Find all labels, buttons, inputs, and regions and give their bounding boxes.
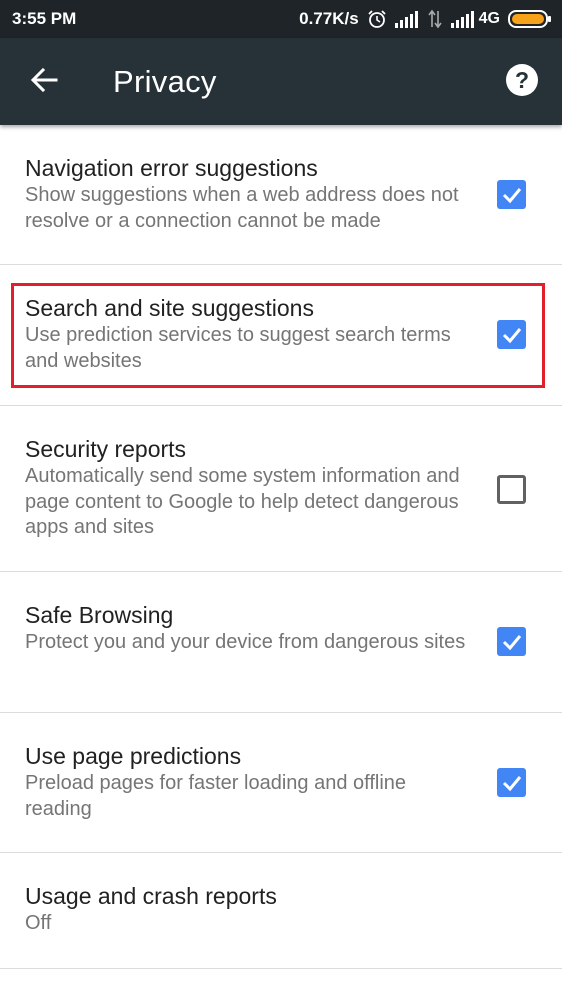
pref-title: Security reports bbox=[25, 436, 187, 462]
app-toolbar: Privacy ? bbox=[0, 38, 562, 125]
navigation-error-checkbox[interactable] bbox=[497, 180, 526, 209]
checkmark-icon bbox=[502, 775, 521, 791]
checkmark-icon bbox=[502, 634, 521, 650]
pref-text: Use page predictions Preload pages for f… bbox=[25, 741, 470, 822]
signal-icon bbox=[394, 10, 419, 28]
pref-text: Usage and crash reports Off bbox=[25, 881, 470, 937]
pref-navigation-error-suggestions[interactable]: Navigation error suggestions Show sugges… bbox=[0, 125, 562, 265]
pref-title: Safe Browsing bbox=[25, 602, 174, 628]
pref-summary: Show suggestions when a web address does… bbox=[25, 184, 459, 232]
battery-icon bbox=[508, 9, 552, 29]
status-bar: 3:55 PM 0.77K/s 4G bbox=[0, 0, 562, 38]
pref-use-page-predictions[interactable]: Use page predictions Preload pages for f… bbox=[0, 713, 562, 853]
safe-browsing-checkbox[interactable] bbox=[497, 627, 526, 656]
pref-summary: Preload pages for faster loading and off… bbox=[25, 772, 407, 820]
pref-text: Safe Browsing Protect you and your devic… bbox=[25, 600, 470, 656]
pref-summary: Off bbox=[25, 912, 52, 934]
pref-text: Navigation error suggestions Show sugges… bbox=[25, 153, 470, 234]
pref-summary: Protect you and your device from dangero… bbox=[25, 631, 466, 653]
pref-title: Usage and crash reports bbox=[25, 883, 277, 909]
checkmark-icon bbox=[502, 327, 521, 343]
svg-text:?: ? bbox=[515, 67, 529, 93]
pref-text: Security reports Automatically send some… bbox=[25, 434, 470, 541]
help-button[interactable]: ? bbox=[500, 60, 544, 104]
privacy-settings-list: Navigation error suggestions Show sugges… bbox=[0, 125, 562, 969]
pref-safe-browsing[interactable]: Safe Browsing Protect you and your devic… bbox=[0, 572, 562, 713]
pref-text: Search and site suggestions Use predicti… bbox=[25, 293, 470, 374]
no-signal-icon bbox=[427, 9, 443, 29]
signal-icon-2 bbox=[450, 10, 475, 28]
pref-summary: Use prediction services to suggest searc… bbox=[25, 324, 451, 372]
status-icons: 0.77K/s 4G bbox=[291, 7, 552, 31]
help-icon: ? bbox=[505, 63, 539, 102]
pref-usage-and-crash-reports[interactable]: Usage and crash reports Off bbox=[0, 853, 562, 969]
page-title: Privacy bbox=[113, 64, 217, 99]
status-time: 3:55 PM bbox=[12, 9, 77, 28]
pref-security-reports[interactable]: Security reports Automatically send some… bbox=[0, 406, 562, 572]
network-type: 4G bbox=[478, 10, 500, 27]
arrow-back-icon bbox=[30, 66, 58, 99]
network-speed: 0.77K/s bbox=[299, 9, 359, 28]
pref-search-and-site-suggestions[interactable]: Search and site suggestions Use predicti… bbox=[0, 265, 562, 406]
pref-title: Use page predictions bbox=[25, 743, 242, 769]
pref-title: Search and site suggestions bbox=[25, 295, 314, 321]
checkmark-icon bbox=[502, 187, 521, 203]
security-reports-checkbox[interactable] bbox=[497, 475, 526, 504]
search-suggestions-checkbox[interactable] bbox=[497, 320, 526, 349]
pref-summary: Automatically send some system informati… bbox=[25, 465, 460, 538]
back-button[interactable] bbox=[20, 58, 68, 106]
alarm-icon bbox=[367, 9, 387, 29]
pref-title: Navigation error suggestions bbox=[25, 155, 318, 181]
page-predictions-checkbox[interactable] bbox=[497, 768, 526, 797]
